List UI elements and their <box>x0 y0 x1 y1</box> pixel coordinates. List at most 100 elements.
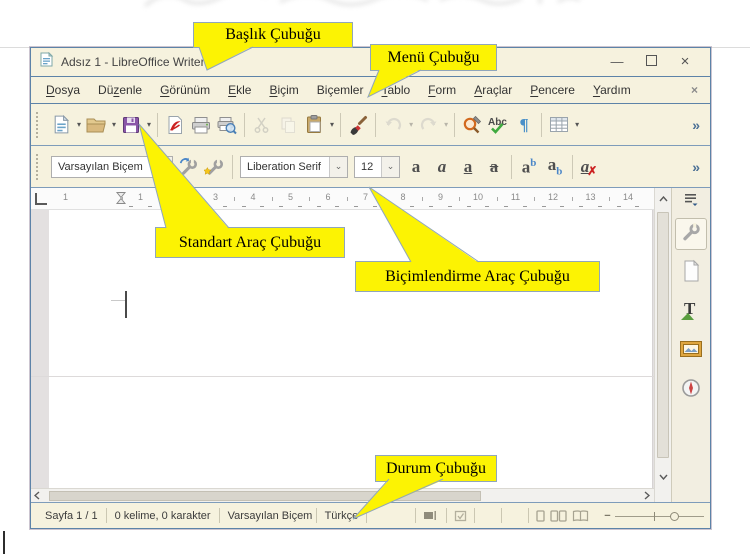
open-dropdown-icon[interactable]: ▾ <box>110 120 118 129</box>
menu-dosya[interactable]: Dosya <box>37 79 89 101</box>
horizontal-ruler[interactable]: 1 1 2 3 4 5 6 7 8 9 10 11 12 13 14 <box>31 188 654 210</box>
sidebar-settings-button[interactable] <box>671 188 710 210</box>
export-pdf-button[interactable] <box>162 110 188 140</box>
underline-button[interactable]: a <box>455 152 481 182</box>
scroll-left-button[interactable] <box>34 489 40 502</box>
word-count[interactable]: 0 kelime, 0 karakter <box>107 510 219 522</box>
page[interactable] <box>49 210 653 488</box>
new-style-button[interactable] <box>202 152 228 182</box>
scroll-down-button[interactable] <box>655 474 671 480</box>
undo-button[interactable] <box>380 110 406 140</box>
selection-mode-icon[interactable] <box>416 510 446 521</box>
single-page-view-icon[interactable] <box>536 509 545 522</box>
toolbar-grip[interactable] <box>36 111 43 138</box>
sidebar-tab-gallery[interactable] <box>675 335 707 367</box>
redo-button[interactable] <box>415 110 441 140</box>
font-size-combo[interactable]: 12 ⌄ <box>354 155 400 178</box>
menu-form[interactable]: Form <box>419 79 465 101</box>
menu-pencere[interactable]: Pencere <box>521 79 584 101</box>
copy-button[interactable] <box>275 110 301 140</box>
maximize-icon <box>645 55 657 66</box>
standard-toolbar: ▾ ▾ ▾ ▾ ▾ ▾ Abc ¶ ▾ » <box>31 104 710 146</box>
zoom-slider[interactable]: − <box>604 510 704 522</box>
font-name-combo[interactable]: Liberation Serif ⌄ <box>240 155 348 178</box>
save-button[interactable] <box>118 110 144 140</box>
undo-dropdown-icon[interactable]: ▾ <box>407 120 415 129</box>
sidebar-tab-properties[interactable] <box>675 218 707 250</box>
text-boundary-mark <box>111 300 126 301</box>
clear-formatting-button[interactable]: a✗ <box>577 152 603 182</box>
document-modified-icon[interactable] <box>447 510 474 522</box>
ruler-number: 6 <box>325 192 331 202</box>
insert-table-button[interactable] <box>546 110 572 140</box>
zoom-handle[interactable] <box>670 511 680 521</box>
close-document-icon[interactable]: × <box>685 83 704 97</box>
subscript-button[interactable]: ab <box>542 152 568 182</box>
redo-dropdown-icon[interactable]: ▾ <box>442 120 450 129</box>
horizontal-scrollbar[interactable] <box>31 488 654 502</box>
chevron-down-icon[interactable]: ⌄ <box>154 156 172 177</box>
vertical-scrollbar-thumb[interactable] <box>657 212 669 458</box>
ruler-scale[interactable]: 1 1 2 3 4 5 6 7 8 9 10 11 12 13 14 <box>47 188 654 209</box>
scroll-right-button[interactable] <box>644 489 650 502</box>
ruler-number: 3 <box>212 192 219 202</box>
menu-tablo[interactable]: Tablo <box>372 79 419 101</box>
toolbar-grip[interactable] <box>36 153 43 180</box>
menu-araçlar[interactable]: Araçlar <box>465 79 521 101</box>
menu-biçim[interactable]: Biçim <box>260 79 307 101</box>
menu-biçemler[interactable]: Biçemler <box>308 79 373 101</box>
print-button[interactable] <box>188 110 214 140</box>
book-view-icon[interactable] <box>572 509 589 522</box>
toolbar-overflow-icon[interactable]: » <box>690 117 708 133</box>
find-replace-button[interactable] <box>459 110 485 140</box>
new-document-button[interactable] <box>48 110 74 140</box>
tab-stop-selector[interactable] <box>35 192 47 205</box>
ruler-number: 1 <box>137 192 144 202</box>
save-dropdown-icon[interactable]: ▾ <box>145 120 153 129</box>
chevron-down-icon[interactable]: ⌄ <box>381 156 399 177</box>
formatting-marks-button[interactable]: ¶ <box>511 110 537 140</box>
scroll-up-button[interactable] <box>654 188 671 210</box>
menu-görünüm[interactable]: Görünüm <box>151 79 219 101</box>
superscript-button[interactable]: ab <box>516 152 542 182</box>
sidebar-tab-navigator[interactable] <box>675 374 707 406</box>
clone-formatting-button[interactable] <box>345 110 371 140</box>
language-indicator[interactable]: Türkçe <box>317 510 367 522</box>
bold-button[interactable]: a <box>403 152 429 182</box>
sidebar-tab-page[interactable] <box>675 257 707 289</box>
cut-button[interactable] <box>249 110 275 140</box>
chevron-down-icon[interactable]: ⌄ <box>329 156 347 177</box>
menu-düzenle[interactable]: Düzenle <box>89 79 151 101</box>
italic-button[interactable]: a <box>429 152 455 182</box>
menu-yardım[interactable]: Yardım <box>584 79 640 101</box>
close-button[interactable]: × <box>668 49 702 75</box>
paste-button[interactable] <box>301 110 327 140</box>
toolbar-separator <box>572 154 573 179</box>
spelling-button[interactable]: Abc <box>485 110 511 140</box>
sidebar-tab-bar: T <box>671 210 710 488</box>
toolbar-overflow-icon[interactable]: » <box>690 159 708 175</box>
vertical-scrollbar[interactable] <box>654 210 671 488</box>
page-style-indicator[interactable]: Varsayılan Biçem <box>220 510 316 522</box>
menu-ekle[interactable]: Ekle <box>219 79 260 101</box>
horizontal-scrollbar-thumb[interactable] <box>49 491 481 501</box>
strikethrough-button[interactable]: a <box>481 152 507 182</box>
minimize-button[interactable]: — <box>600 49 634 75</box>
open-button[interactable] <box>83 110 109 140</box>
zoom-out-icon[interactable]: − <box>604 510 610 522</box>
svg-text:Abc: Abc <box>488 117 507 128</box>
new-document-dropdown-icon[interactable]: ▾ <box>75 120 83 129</box>
paragraph-style-combo[interactable]: Varsayılan Biçem ⌄ <box>51 155 173 178</box>
text-cursor <box>125 291 127 318</box>
sidebar-tab-styles[interactable]: T <box>675 296 707 328</box>
paste-dropdown-icon[interactable]: ▾ <box>328 120 336 129</box>
ruler-number: 9 <box>437 192 444 202</box>
insert-table-dropdown-icon[interactable]: ▾ <box>573 120 581 129</box>
multi-page-view-icon[interactable] <box>550 509 567 522</box>
update-style-button[interactable] <box>176 152 202 182</box>
maximize-button[interactable] <box>634 49 668 75</box>
print-preview-button[interactable] <box>214 110 240 140</box>
callout-status-bar: Durum Çubuğu <box>375 455 497 482</box>
page-number-indicator[interactable]: Sayfa 1 / 1 <box>37 510 106 522</box>
toolbar-separator <box>232 154 233 179</box>
